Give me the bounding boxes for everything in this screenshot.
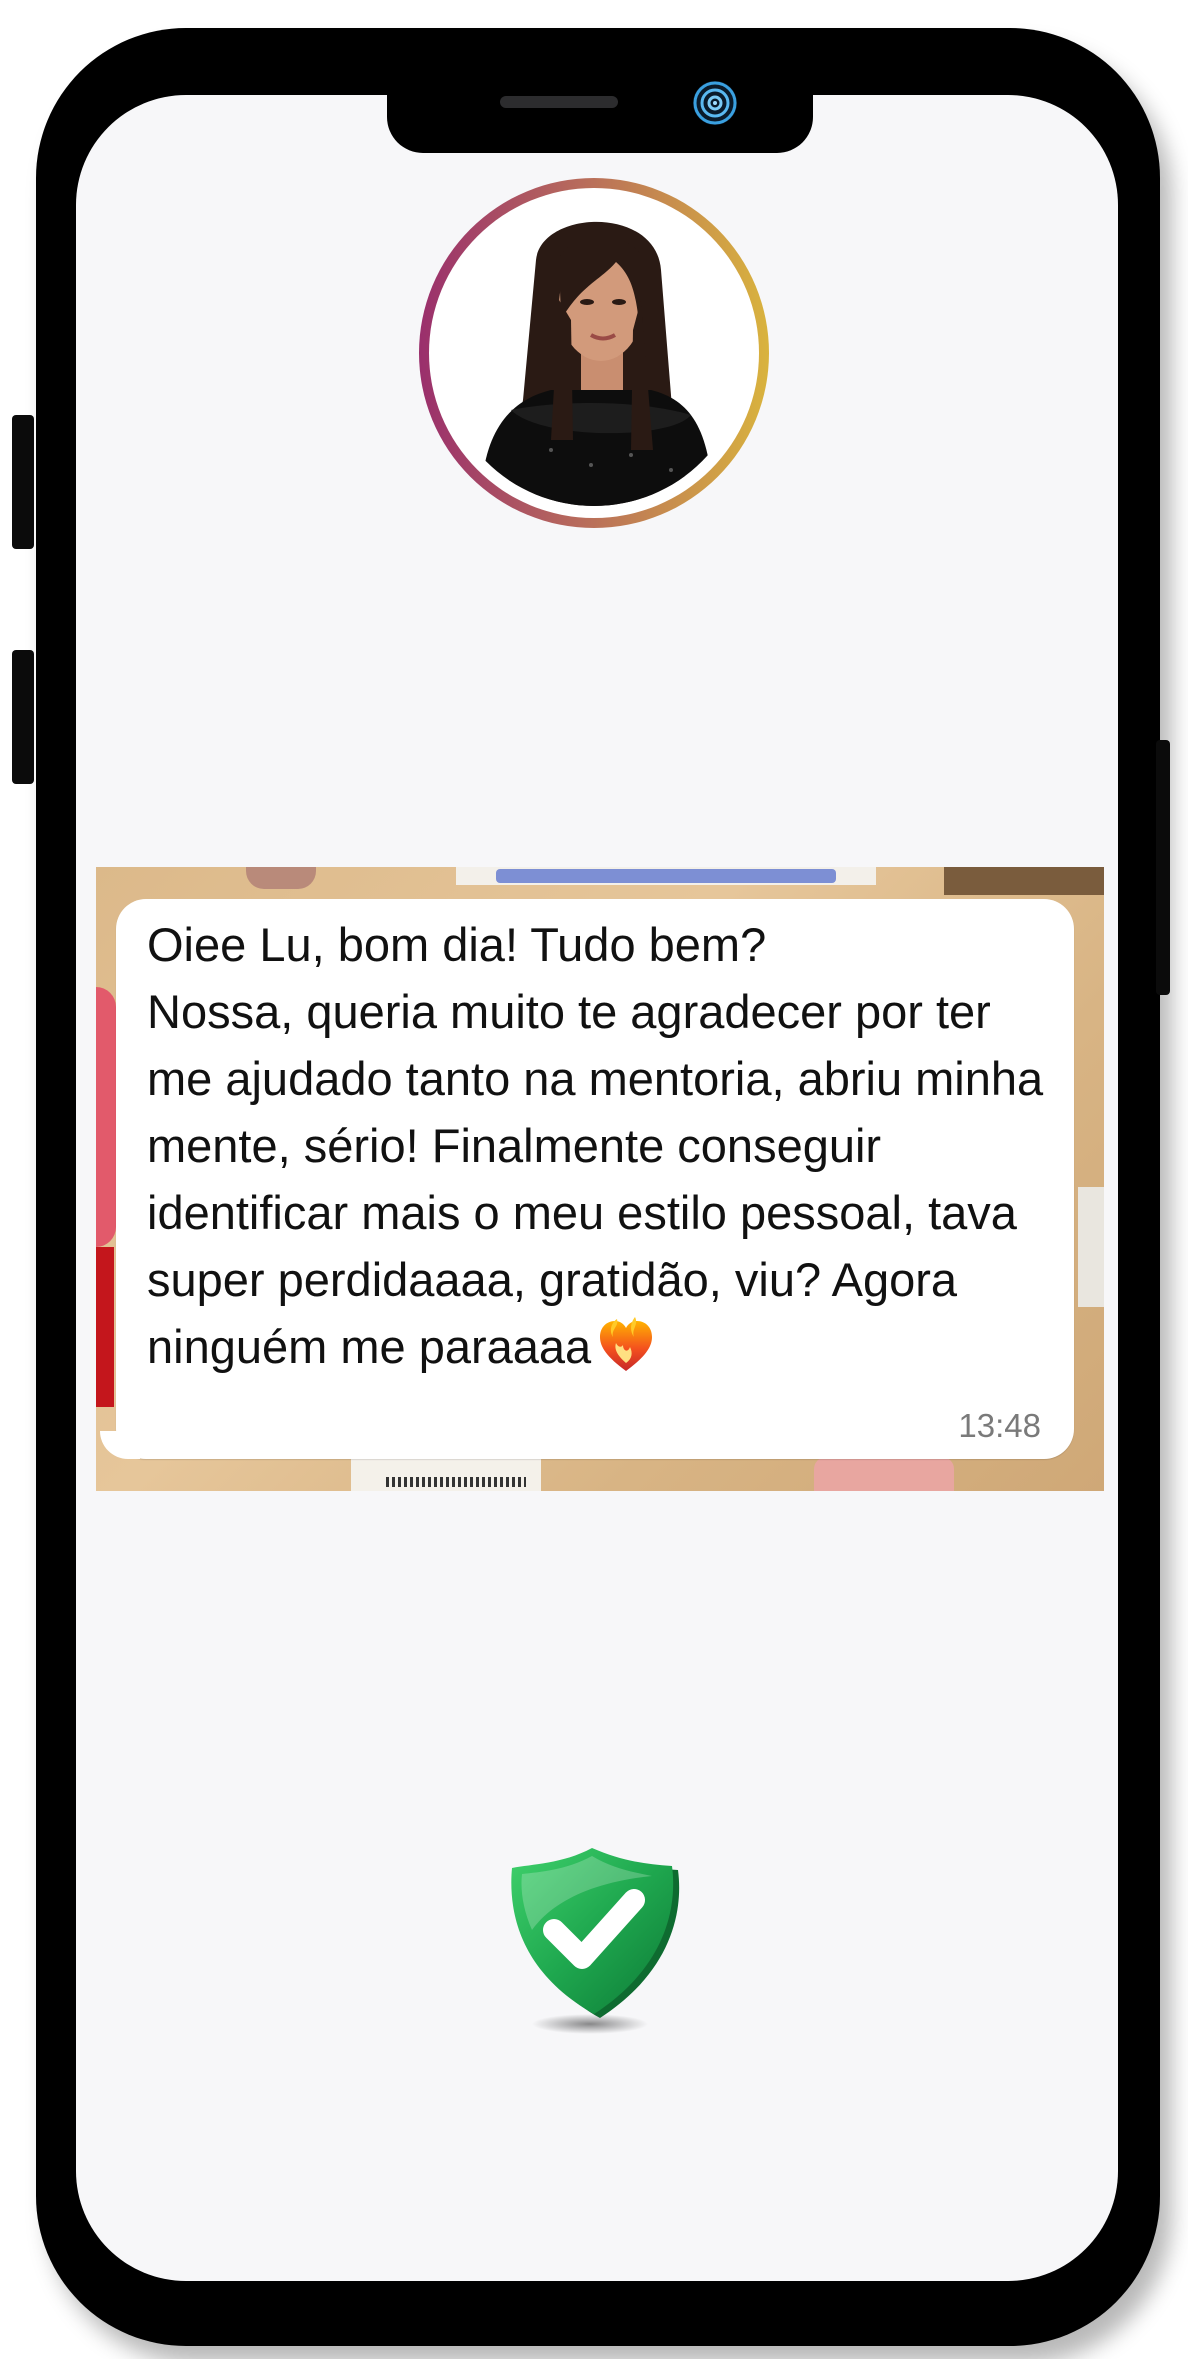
- wallpaper-decoration: [496, 869, 836, 883]
- wallpaper-barcode: [386, 1477, 526, 1487]
- heart-on-fire-icon: [600, 1317, 653, 1371]
- avatar-ring-gap: [429, 188, 759, 518]
- message-bubble[interactable]: Oiee Lu, bom dia! Tudo bem? Nossa, queri…: [100, 899, 1074, 1459]
- wallpaper-decoration: [96, 1247, 114, 1407]
- chat-screenshot: Oiee Lu, bom dia! Tudo bem? Nossa, queri…: [96, 867, 1104, 1491]
- avatar-story-ring[interactable]: [419, 178, 769, 528]
- profile-photo-icon: [441, 200, 747, 506]
- message-timestamp: 13:48: [958, 1407, 1041, 1444]
- wallpaper-decoration: [246, 867, 316, 889]
- volume-up-button: [12, 415, 34, 549]
- message-text-block: Oiee Lu, bom dia! Tudo bem? Nossa, queri…: [147, 911, 1052, 1380]
- verified-shield-check-icon: [511, 1848, 680, 2034]
- message-bubble-tail: [100, 1431, 140, 1459]
- wallpaper-decoration: [944, 867, 1104, 895]
- message-text: Oiee Lu, bom dia! Tudo bem? Nossa, queri…: [147, 918, 1044, 1373]
- wallpaper-decoration: [814, 1457, 954, 1491]
- speaker-grille: [500, 96, 618, 108]
- camera-icon: [693, 81, 737, 125]
- wallpaper-decoration: [1078, 1187, 1104, 1307]
- notch: [387, 60, 813, 153]
- volume-down-button: [12, 650, 34, 784]
- avatar: [441, 200, 747, 506]
- wallpaper-decoration: [96, 987, 116, 1247]
- power-button: [1156, 740, 1170, 995]
